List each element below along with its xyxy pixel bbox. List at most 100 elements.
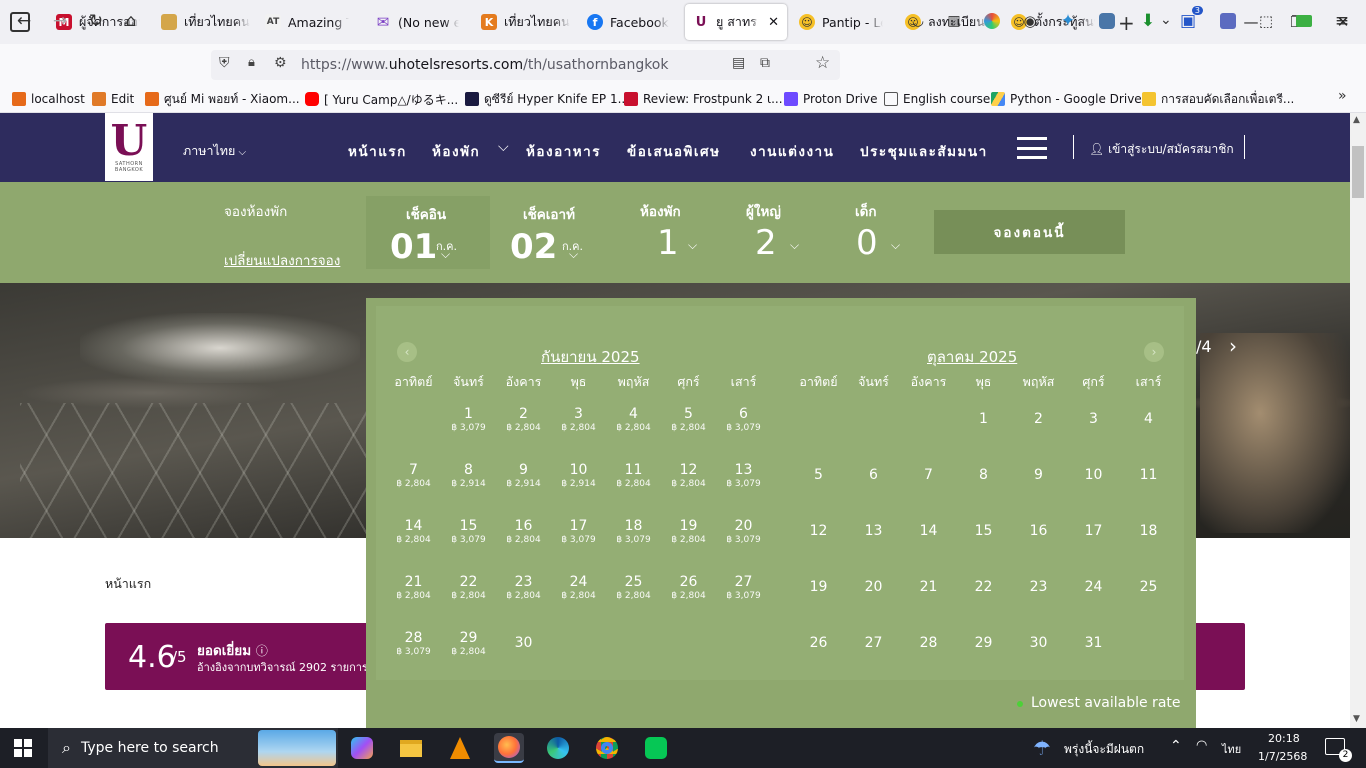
calendar-day[interactable]: 24 ฿ 2,804: [551, 574, 606, 601]
calendar-day[interactable]: 7 ฿ 2,804: [386, 462, 441, 489]
calendar-day[interactable]: 1 ฿ 3,079: [441, 406, 496, 433]
reload-icon[interactable]: ↻: [84, 9, 108, 33]
calendar-day[interactable]: 23: [1011, 579, 1066, 595]
edge-icon[interactable]: [543, 733, 573, 763]
bookmark-item[interactable]: ศูนย์ Mi พอยท์ - Xiaom...: [145, 90, 300, 108]
month-title[interactable]: กันยายน 2025: [541, 345, 640, 369]
calendar-day[interactable]: 27 ฿ 3,079: [716, 574, 771, 601]
permissions-icon[interactable]: ⚙: [274, 55, 287, 71]
wifi-icon[interactable]: ◠: [1196, 738, 1207, 753]
calendar-day[interactable]: 20 ฿ 3,079: [716, 518, 771, 545]
calendar-day[interactable]: 15 ฿ 3,079: [441, 518, 496, 545]
calendar-day[interactable]: 10: [1066, 467, 1121, 483]
calendar-day[interactable]: 4 ฿ 2,804: [606, 406, 661, 433]
picture-in-picture-icon[interactable]: ⧉: [760, 55, 770, 71]
calendar-day[interactable]: 10 ฿ 2,914: [551, 462, 606, 489]
calendar-day[interactable]: 17: [1066, 523, 1121, 539]
bookmark-item[interactable]: Review: Frostpunk 2 ι...: [624, 90, 783, 108]
nav-weddings[interactable]: งานแต่งงาน: [750, 140, 834, 162]
calendar-day[interactable]: 4: [1121, 411, 1176, 427]
chevron-down-icon[interactable]: ⌵: [688, 238, 697, 253]
calendar-day[interactable]: 28 ฿ 3,079: [386, 630, 441, 657]
browser-tab[interactable]: เที่ยวไทยคน: [153, 4, 265, 40]
calendar-day[interactable]: 5: [791, 467, 846, 483]
calendar-day[interactable]: 14 ฿ 2,804: [386, 518, 441, 545]
chrome-icon[interactable]: [592, 733, 622, 763]
file-explorer-icon[interactable]: [396, 733, 426, 763]
pocket-icon[interactable]: ◡: [906, 9, 930, 33]
next-slide-arrow-icon[interactable]: ›: [1229, 334, 1237, 358]
extension-badge-icon[interactable]: ▣ 3: [1176, 6, 1203, 33]
download-icon[interactable]: ⬇: [1136, 9, 1160, 33]
extension-icon[interactable]: [980, 9, 1004, 33]
breadcrumb[interactable]: หน้าแรก: [105, 574, 151, 594]
chevron-down-icon[interactable]: ⌵: [790, 238, 799, 253]
calendar-day[interactable]: 14: [901, 523, 956, 539]
firefox-icon[interactable]: [494, 733, 524, 763]
calendar-day[interactable]: 2: [1011, 411, 1066, 427]
calendar-day[interactable]: 22: [956, 579, 1011, 595]
language-selector[interactable]: ภาษาไทย ⌵: [183, 141, 246, 161]
extension-icon[interactable]: [1292, 9, 1316, 33]
windows-start-icon[interactable]: [14, 739, 32, 757]
lock-icon[interactable]: 🔒︎: [248, 55, 255, 70]
account-icon[interactable]: ◉: [1018, 9, 1042, 33]
line-icon[interactable]: [641, 733, 671, 763]
tray-chevron-up-icon[interactable]: ⌃: [1170, 738, 1182, 754]
hamburger-menu-icon[interactable]: [1017, 137, 1047, 159]
calendar-day[interactable]: 6: [846, 467, 901, 483]
weather-umbrella-icon[interactable]: ☂: [1033, 736, 1051, 760]
url-text[interactable]: https://www.uhotelsresorts.com/th/usatho…: [301, 57, 668, 73]
calendar-day[interactable]: 17 ฿ 3,079: [551, 518, 606, 545]
calendar-day[interactable]: 1: [956, 411, 1011, 427]
new-tab-icon[interactable]: +: [1118, 11, 1135, 35]
scrollbar-thumb[interactable]: [1352, 146, 1364, 198]
calendar-day[interactable]: 21: [901, 579, 956, 595]
calendar-day[interactable]: 12: [791, 523, 846, 539]
book-now-button[interactable]: จองตอนนี้: [934, 210, 1125, 254]
calendar-day[interactable]: 3 ฿ 2,804: [551, 406, 606, 433]
calendar-day[interactable]: 11: [1121, 467, 1176, 483]
browser-tab[interactable]: K เที่ยวไทยคน: [473, 4, 579, 40]
calendar-day[interactable]: 13 ฿ 3,079: [716, 462, 771, 489]
vk-icon[interactable]: [1095, 9, 1119, 33]
calendar-day[interactable]: 13: [846, 523, 901, 539]
browser-tab[interactable]: f Facebook: [579, 4, 679, 40]
bookmark-star-icon[interactable]: ☆: [815, 53, 830, 73]
clock-date[interactable]: 1/7/2568: [1258, 750, 1307, 763]
calendar-day[interactable]: 25: [1121, 579, 1176, 595]
calendar-day[interactable]: 7: [901, 467, 956, 483]
calendar-day[interactable]: 29 ฿ 2,804: [441, 630, 496, 657]
change-booking-link[interactable]: เปลี่ยนแปลงการจอง: [224, 249, 340, 271]
calendar-day[interactable]: 26: [791, 635, 846, 651]
extension-icon[interactable]: [1216, 9, 1240, 33]
shield-icon[interactable]: ⛨: [219, 55, 230, 71]
page-scrollbar[interactable]: [1350, 113, 1366, 728]
calendar-day[interactable]: 16 ฿ 2,804: [496, 518, 551, 545]
calendar-day[interactable]: 5 ฿ 2,804: [661, 406, 716, 433]
nav-meetings[interactable]: ประชุมและสัมมนา: [860, 140, 988, 162]
month-title[interactable]: ตุลาคม 2025: [927, 345, 1017, 369]
calendar-day[interactable]: 28: [901, 635, 956, 651]
browser-tab[interactable]: ☺Pantip - Lea: [791, 4, 891, 40]
scroll-down-icon[interactable]: ▼: [1353, 714, 1360, 724]
nav-offers[interactable]: ข้อเสนอพิเศษ: [627, 140, 721, 162]
calendar-day[interactable]: 20: [846, 579, 901, 595]
bookmark-item[interactable]: การสอบคัดเลือกเพื่อเตรี...: [1142, 90, 1294, 108]
calendar-day[interactable]: 16: [1011, 523, 1066, 539]
calendar-day[interactable]: 30: [496, 635, 551, 651]
calendar-day[interactable]: 9: [1011, 467, 1066, 483]
calendar-day[interactable]: 29: [956, 635, 1011, 651]
login-link[interactable]: 👤︎ เข้าสู่ระบบ/สมัครสมาชิก: [1089, 140, 1234, 159]
reader-view-icon[interactable]: ▤: [732, 55, 745, 71]
prev-month-arrow-icon[interactable]: ‹: [397, 342, 417, 362]
bookmark-item[interactable]: ดูซีรีย์ Hyper Knife EP 1...: [465, 90, 629, 108]
calendar-day[interactable]: 18 ฿ 3,079: [606, 518, 661, 545]
calendar-day[interactable]: 26 ฿ 2,804: [661, 574, 716, 601]
bookmark-folder[interactable]: English course: [884, 90, 990, 108]
notification-icon[interactable]: 2: [1325, 738, 1352, 762]
rooms-value[interactable]: 1: [657, 223, 679, 263]
info-icon[interactable]: ⓘ: [256, 644, 268, 658]
hotel-logo[interactable]: U SATHORN BANGKOK: [105, 113, 153, 181]
nav-dining[interactable]: ห้องอาหาร: [526, 140, 601, 162]
